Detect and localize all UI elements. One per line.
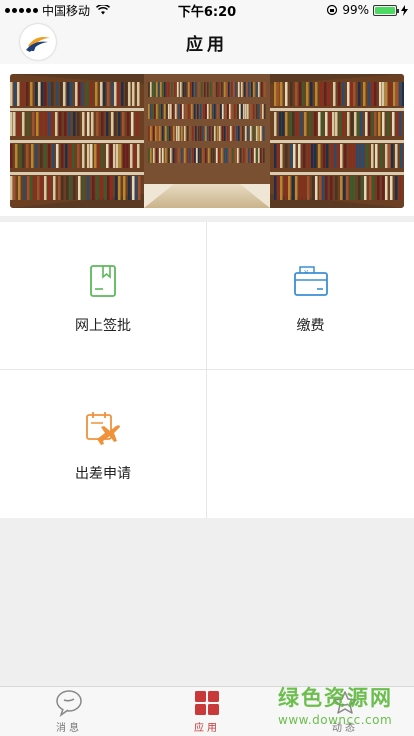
charging-bolt-icon	[401, 4, 408, 16]
app-label: 缴费	[296, 317, 325, 334]
tab-apps[interactable]: 应用	[138, 687, 276, 736]
app-online-approval[interactable]: 网上签批	[0, 222, 207, 370]
app-business-trip[interactable]: 出差申请	[0, 370, 207, 518]
airplane-calendar-icon	[86, 412, 120, 445]
battery-icon	[373, 4, 399, 16]
star-moments-icon	[333, 691, 357, 714]
tab-moments[interactable]: 动态	[276, 687, 414, 736]
nav-bar: 应用	[0, 20, 414, 64]
battery-percent: 99%	[342, 3, 369, 17]
tab-label: 动态	[332, 723, 358, 734]
wallet-icon: ¥	[293, 265, 328, 296]
page-title: 应用	[186, 34, 228, 55]
app-grid-icon	[195, 691, 219, 715]
tab-bar: 消息 应用 动态	[0, 686, 414, 736]
app-label: 网上签批	[75, 317, 131, 334]
app-grid: 网上签批 ¥ 缴费 出差申请	[0, 222, 414, 518]
banner-section	[0, 64, 414, 216]
library-banner-image[interactable]	[10, 74, 404, 208]
bookmark-document-icon	[90, 264, 116, 297]
tab-label: 应用	[194, 723, 220, 734]
status-bar: 中国移动 下午6:20 99%	[0, 0, 414, 20]
app-logo[interactable]	[20, 24, 56, 60]
app-empty-slot	[207, 370, 414, 518]
app-label: 出差申请	[75, 466, 131, 482]
chat-bubble-icon	[56, 690, 82, 717]
tab-label: 消息	[56, 723, 82, 734]
rotation-lock-icon	[327, 4, 338, 16]
app-payment[interactable]: ¥ 缴费	[207, 222, 414, 370]
tab-messages[interactable]: 消息	[0, 687, 138, 736]
